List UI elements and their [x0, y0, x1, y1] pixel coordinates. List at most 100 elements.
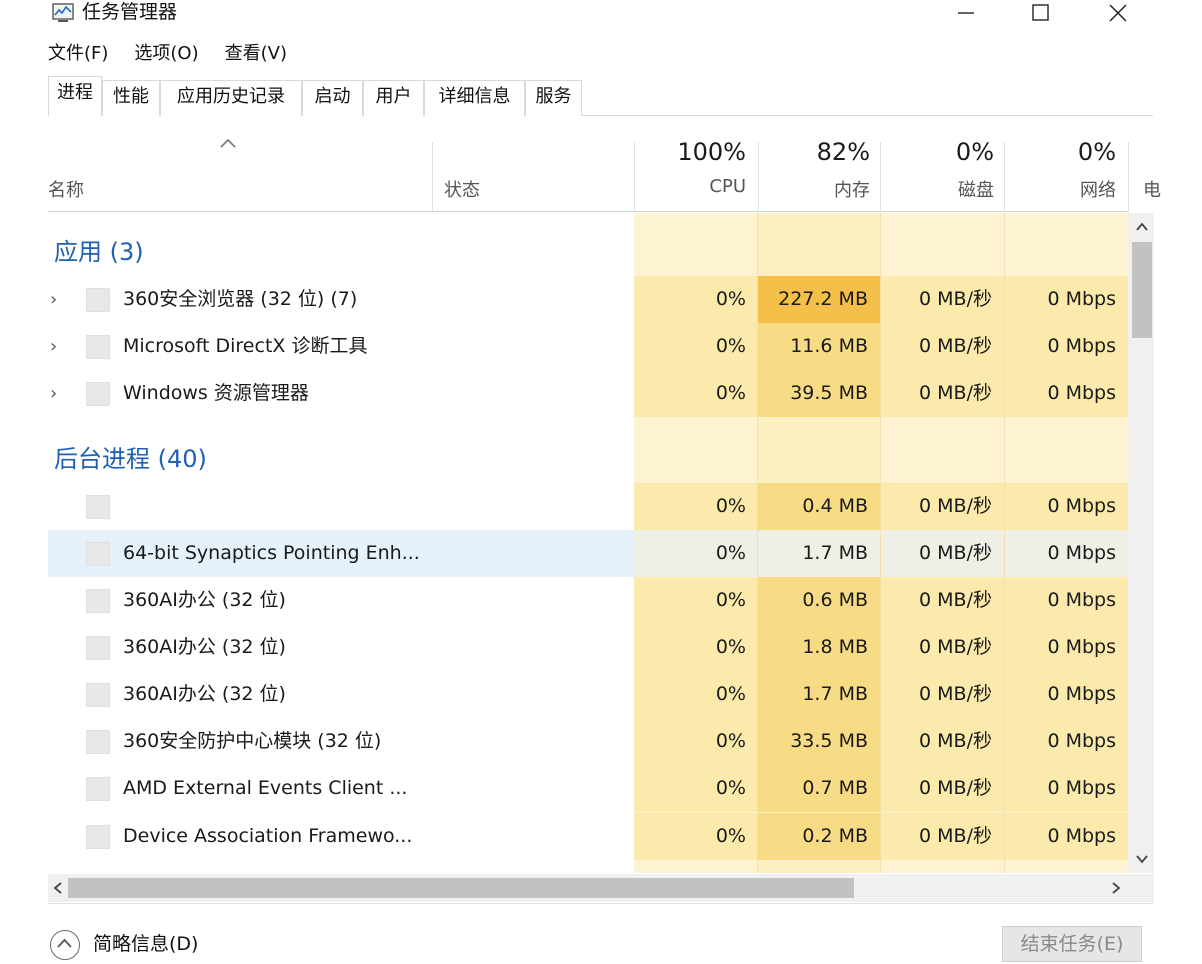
- scroll-down-icon[interactable]: [1131, 848, 1153, 870]
- task-manager-icon: [52, 3, 74, 22]
- header-status[interactable]: 状态: [444, 176, 480, 202]
- header-divider: [634, 142, 635, 212]
- chevron-right-icon[interactable]: ›: [50, 276, 64, 323]
- column-divider: [757, 213, 758, 873]
- group-apps-title[interactable]: 应用 (3): [54, 232, 144, 267]
- cpu-value: 0%: [634, 276, 758, 323]
- table-row[interactable]: 360安全防护中心模块 (32 位) 0% 33.5 MB 0 MB/秒 0 M…: [48, 718, 1128, 765]
- process-icon: [86, 636, 110, 660]
- menu-file[interactable]: 文件(F): [48, 40, 108, 68]
- header-bottom-line: [48, 211, 1128, 212]
- sort-up-icon[interactable]: [218, 136, 238, 150]
- menu-options[interactable]: 选项(O): [134, 40, 198, 68]
- network-value: 0 Mbps: [1004, 323, 1128, 370]
- disk-value: 0 MB/秒: [880, 530, 1004, 577]
- vertical-scroll-thumb[interactable]: [1132, 242, 1152, 338]
- process-icon: [86, 683, 110, 707]
- process-name: Device Association Framewo...: [123, 825, 413, 847]
- process-name: 360安全浏览器 (32 位) (7): [123, 288, 358, 310]
- menu-bar: 文件(F) 选项(O) 查看(V): [48, 40, 287, 68]
- menu-view[interactable]: 查看(V): [225, 40, 287, 68]
- memory-value: 227.2 MB: [758, 276, 880, 323]
- disk-value: 0 MB/秒: [880, 624, 1004, 671]
- table-row[interactable]: 0% 0.4 MB 0 MB/秒 0 Mbps: [48, 483, 1128, 530]
- tab-performance[interactable]: 性能: [102, 80, 160, 116]
- memory-value: 1.8 MB: [758, 624, 880, 671]
- cpu-value: 0%: [634, 624, 758, 671]
- disk-value: 0 MB/秒: [880, 718, 1004, 765]
- memory-value: 33.5 MB: [758, 718, 880, 765]
- network-value: 0 Mbps: [1004, 765, 1128, 812]
- header-divider: [880, 142, 881, 212]
- process-name: 64-bit Synaptics Pointing Enh...: [123, 542, 420, 564]
- header-cpu-percent[interactable]: 100%: [636, 138, 746, 166]
- disk-value: 0 MB/秒: [880, 370, 1004, 417]
- header-network-percent[interactable]: 0%: [1006, 138, 1116, 166]
- cpu-value: 0%: [634, 323, 758, 370]
- process-icon: [86, 542, 110, 566]
- header-name[interactable]: 名称: [48, 176, 84, 202]
- group-background-title[interactable]: 后台进程 (40): [54, 439, 207, 474]
- header-disk-percent[interactable]: 0%: [884, 138, 994, 166]
- header-memory-percent[interactable]: 82%: [760, 138, 870, 166]
- tab-services[interactable]: 服务: [525, 80, 582, 116]
- table-row[interactable]: › Windows 资源管理器 0% 39.5 MB 0 MB/秒 0 Mbps: [48, 370, 1128, 417]
- network-value: 0 Mbps: [1004, 370, 1128, 417]
- memory-value: 1.7 MB: [758, 671, 880, 718]
- process-icon: [86, 495, 110, 519]
- header-power-cut[interactable]: 电: [1143, 176, 1161, 202]
- header-memory[interactable]: 内存: [760, 176, 870, 202]
- footer-divider: [48, 903, 1154, 904]
- horizontal-scroll-thumb[interactable]: [68, 878, 854, 898]
- app-icon: [86, 382, 110, 406]
- cpu-value: 0%: [634, 765, 758, 812]
- network-value: 0 Mbps: [1004, 813, 1128, 860]
- collapse-up-icon[interactable]: [50, 930, 80, 960]
- column-divider: [880, 213, 881, 873]
- network-value: 0 Mbps: [1004, 718, 1128, 765]
- table-row[interactable]: 360AI办公 (32 位) 0% 1.7 MB 0 MB/秒 0 Mbps: [48, 671, 1128, 718]
- close-icon: [1109, 4, 1127, 22]
- table-row[interactable]: 360AI办公 (32 位) 0% 0.6 MB 0 MB/秒 0 Mbps: [48, 577, 1128, 624]
- disk-value: 0 MB/秒: [880, 813, 1004, 860]
- scroll-right-icon[interactable]: [1106, 876, 1126, 900]
- header-divider: [1128, 142, 1129, 212]
- minimize-button[interactable]: [942, 0, 990, 26]
- maximize-icon: [1032, 4, 1049, 21]
- table-row[interactable]: AMD External Events Client ... 0% 0.7 MB…: [48, 765, 1128, 812]
- disk-value: 0 MB/秒: [880, 276, 1004, 323]
- maximize-button[interactable]: [1017, 0, 1065, 26]
- disk-value: 0 MB/秒: [880, 671, 1004, 718]
- cpu-value: 0%: [634, 483, 758, 530]
- header-disk[interactable]: 磁盘: [884, 176, 994, 202]
- disk-value: 0 MB/秒: [880, 323, 1004, 370]
- memory-value: 0.7 MB: [758, 765, 880, 812]
- disk-value: 0 MB/秒: [880, 577, 1004, 624]
- table-row[interactable]: › 360安全浏览器 (32 位) (7) 0% 227.2 MB 0 MB/秒…: [48, 276, 1128, 323]
- header-network[interactable]: 网络: [1006, 176, 1116, 202]
- tab-startup[interactable]: 启动: [302, 80, 363, 116]
- fewer-details-link[interactable]: 简略信息(D): [93, 930, 198, 958]
- tab-details[interactable]: 详细信息: [424, 80, 525, 116]
- chevron-right-icon[interactable]: ›: [50, 323, 64, 370]
- app-icon: [86, 288, 110, 312]
- tab-users[interactable]: 用户: [363, 80, 424, 116]
- chevron-right-icon[interactable]: ›: [50, 370, 64, 417]
- scroll-left-icon[interactable]: [48, 876, 68, 900]
- process-name: AMD External Events Client ...: [123, 777, 408, 799]
- disk-value: 0 MB/秒: [880, 765, 1004, 812]
- tab-app-history[interactable]: 应用历史记录: [160, 80, 302, 116]
- close-button[interactable]: [1094, 0, 1142, 26]
- scroll-up-icon[interactable]: [1131, 216, 1153, 238]
- table-row-selected[interactable]: 64-bit Synaptics Pointing Enh... 0% 1.7 …: [48, 530, 1128, 577]
- table-row[interactable]: › Microsoft DirectX 诊断工具 0% 11.6 MB 0 MB…: [48, 323, 1128, 370]
- network-value: 0 Mbps: [1004, 671, 1128, 718]
- table-row[interactable]: 360AI办公 (32 位) 0% 1.8 MB 0 MB/秒 0 Mbps: [48, 624, 1128, 671]
- window-title: 任务管理器: [82, 1, 178, 23]
- table-row[interactable]: Device Association Framewo... 0% 0.2 MB …: [48, 813, 1128, 860]
- header-cpu[interactable]: CPU: [636, 176, 746, 197]
- tab-processes[interactable]: 进程: [48, 76, 102, 117]
- cpu-value: 0%: [634, 671, 758, 718]
- column-divider: [1004, 213, 1005, 873]
- end-task-button[interactable]: 结束任务(E): [1002, 926, 1142, 962]
